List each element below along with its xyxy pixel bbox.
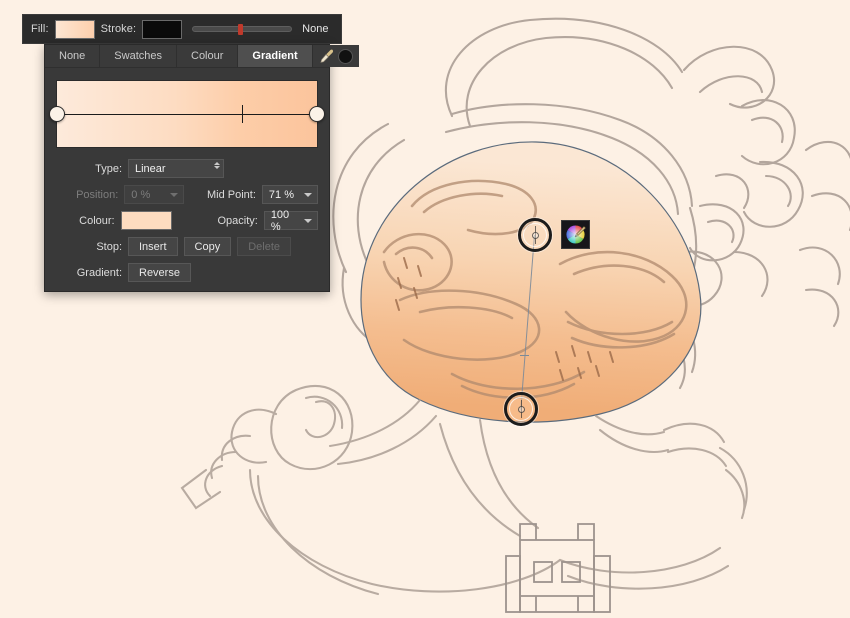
fill-label: Fill:: [31, 23, 49, 35]
panel-tab-tools: [312, 45, 359, 67]
row-position-midpoint: Position: 0 % Mid Point: 71 %: [56, 185, 318, 204]
application-window: Fill: Stroke: None None Swatches Colour …: [0, 0, 850, 618]
type-label: Type:: [95, 162, 122, 175]
tab-colour[interactable]: Colour: [177, 45, 239, 67]
position-label: Position:: [76, 188, 119, 201]
stroke-swatch[interactable]: [142, 19, 183, 39]
row-gradient: Gradient: Reverse: [56, 263, 318, 282]
stroke-width-knob[interactable]: [238, 24, 244, 35]
chevron-down-icon: [170, 192, 179, 197]
gradient-preview-axis: [57, 114, 317, 115]
type-dropdown[interactable]: Linear: [128, 159, 224, 178]
gradient-preview-midpoint-marker[interactable]: [241, 105, 243, 123]
row-stop: Stop: Insert Copy Delete: [56, 237, 318, 256]
tab-swatches[interactable]: Swatches: [100, 45, 177, 67]
gradient-panel: None Swatches Colour Gradient Type: Line…: [44, 44, 359, 292]
gradient-start-dot: [531, 231, 539, 239]
type-steppers[interactable]: [214, 162, 220, 169]
chevron-down-icon[interactable]: [304, 192, 312, 197]
gradient-end-handle[interactable]: [504, 392, 538, 426]
opacity-dropdown[interactable]: 100 %: [263, 208, 318, 233]
colour-circle-icon[interactable]: [337, 48, 353, 64]
fill-stroke-context-bar: Fill: Stroke: None: [22, 14, 342, 44]
stroke-style-none-label[interactable]: None: [302, 23, 328, 35]
gradient-panel-form: Type: Linear Position: 0 % Mid Point: 71…: [45, 148, 329, 282]
opacity-label: Opacity:: [217, 214, 258, 227]
position-value: 0 %: [131, 188, 151, 201]
midpoint-value: 71 %: [268, 188, 294, 201]
gradient-label: Gradient:: [76, 266, 122, 279]
tab-gradient[interactable]: Gradient: [238, 45, 313, 67]
tab-none[interactable]: None: [45, 45, 101, 67]
gradient-stop-start[interactable]: [49, 106, 65, 122]
colour-wheel-button[interactable]: [561, 220, 590, 249]
row-type: Type: Linear: [56, 159, 318, 178]
gradient-end-dot: [517, 405, 525, 413]
chevron-down-icon[interactable]: [304, 218, 312, 223]
stroke-label: Stroke:: [100, 23, 137, 35]
gradient-midpoint-tick[interactable]: [520, 355, 529, 356]
gradient-start-handle[interactable]: [518, 218, 552, 252]
fill-swatch[interactable]: [54, 19, 95, 39]
gradient-reverse-button[interactable]: Reverse: [128, 263, 191, 282]
opacity-value: 100 %: [270, 208, 290, 233]
colour-label: Colour:: [79, 214, 115, 227]
eyedropper-icon[interactable]: [319, 48, 335, 64]
colour-stop-swatch[interactable]: [120, 211, 173, 230]
type-value: Linear: [135, 162, 166, 175]
midpoint-label: Mid Point:: [206, 188, 256, 201]
midpoint-dropdown[interactable]: 71 %: [261, 185, 318, 204]
gradient-stop-end[interactable]: [309, 106, 325, 122]
position-dropdown: 0 %: [124, 185, 185, 204]
stop-label: Stop:: [96, 240, 122, 253]
row-colour-opacity: Colour: Opacity: 100 %: [56, 208, 318, 233]
panel-tab-strip: None Swatches Colour Gradient: [45, 45, 359, 68]
stroke-width-slider[interactable]: [192, 24, 293, 35]
stop-delete-button: Delete: [237, 237, 291, 256]
gradient-preview[interactable]: [49, 80, 325, 148]
stop-copy-button[interactable]: Copy: [183, 237, 232, 256]
stop-insert-button[interactable]: Insert: [128, 237, 178, 256]
